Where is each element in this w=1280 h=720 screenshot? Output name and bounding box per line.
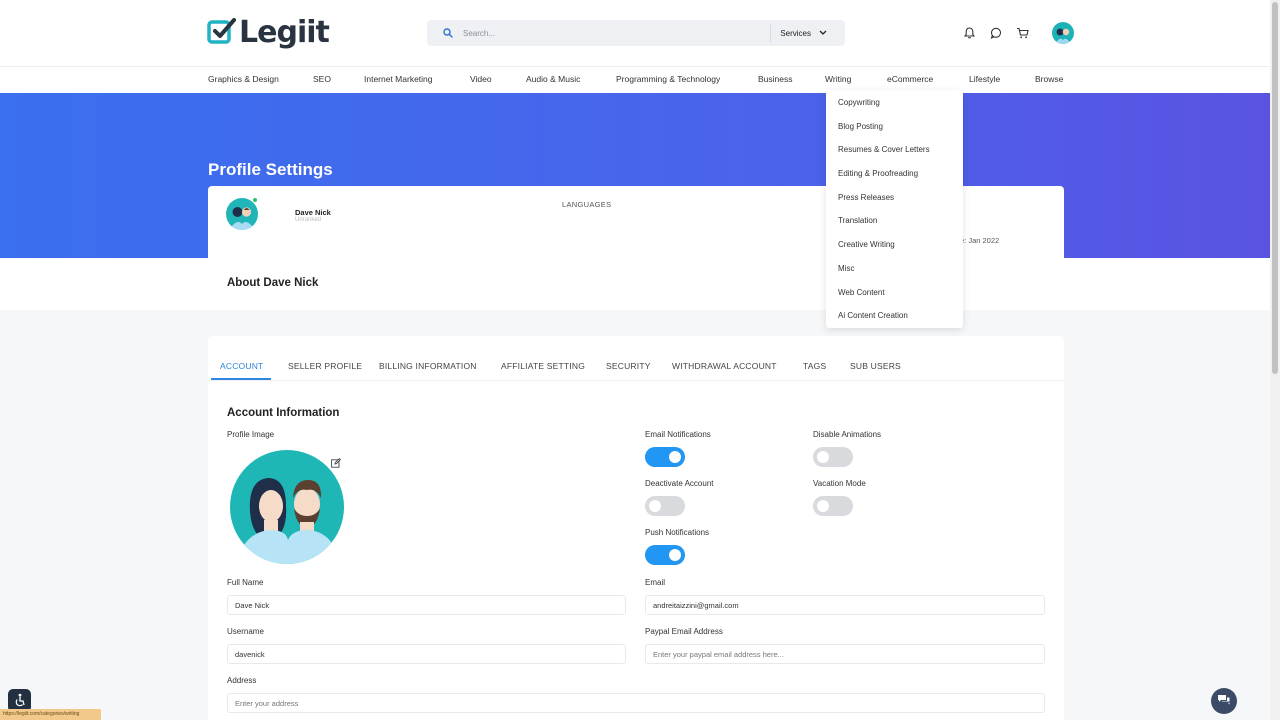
tab-account[interactable]: ACCOUNT: [220, 361, 263, 371]
user-avatar[interactable]: [1052, 22, 1074, 44]
profile-image-label: Profile Image: [227, 430, 275, 439]
category-nav: Graphics & Design SEO Internet Marketing…: [0, 66, 1270, 93]
toggle-knob: [817, 500, 829, 512]
languages-label: LANGUAGES: [562, 200, 612, 209]
services-dropdown[interactable]: Services: [770, 24, 845, 42]
email-notifications-toggle[interactable]: [645, 447, 685, 467]
full-name-label: Full Name: [227, 578, 264, 587]
settings-tabs: ACCOUNT SELLER PROFILE BILLING INFORMATI…: [208, 336, 1064, 381]
site-header: Legiit Services: [0, 0, 1270, 66]
services-label: Services: [780, 28, 811, 38]
disable-animations-toggle[interactable]: [813, 447, 853, 467]
online-status-dot: [252, 197, 258, 203]
logo-check-icon: [207, 17, 237, 47]
cart-icon[interactable]: [1015, 26, 1029, 40]
deactivate-account-label: Deactivate Account: [645, 479, 714, 488]
dropdown-item-translation[interactable]: Translation: [838, 216, 877, 225]
username-field-wrap: [227, 644, 626, 664]
edit-icon[interactable]: [331, 457, 342, 468]
address-label: Address: [227, 676, 257, 685]
search-bar: Services: [427, 20, 845, 46]
dropdown-item-press-releases[interactable]: Press Releases: [838, 193, 894, 202]
email-field-wrap: [645, 595, 1045, 615]
section-title: Account Information: [227, 407, 340, 419]
toggle-knob: [649, 500, 661, 512]
writing-dropdown-menu: Copywriting Blog Posting Resumes & Cover…: [826, 90, 963, 328]
username-field[interactable]: [228, 645, 625, 663]
dropdown-item-web-content[interactable]: Web Content: [838, 288, 885, 297]
tab-affiliate-setting[interactable]: AFFILIATE SETTING: [501, 361, 585, 371]
nav-item-audio-music[interactable]: Audio & Music: [526, 74, 580, 84]
dropdown-item-misc[interactable]: Misc: [838, 264, 854, 273]
address-field[interactable]: [228, 694, 1044, 712]
push-notifications-label: Push Notifications: [645, 528, 710, 537]
disable-animations-label: Disable Animations: [813, 430, 882, 439]
page-title: Profile Settings: [208, 160, 333, 179]
active-tab-indicator: [211, 378, 271, 380]
dropdown-item-ai-content-creation[interactable]: Ai Content Creation: [838, 311, 908, 320]
scroll-thumb[interactable]: [1272, 2, 1278, 374]
logo[interactable]: Legiit: [207, 14, 330, 50]
search-input[interactable]: [463, 23, 771, 43]
about-band: [0, 258, 1270, 310]
paypal-field-wrap: [645, 644, 1045, 664]
nav-item-lifestyle[interactable]: Lifestyle: [969, 74, 1000, 84]
profile-rank: Unranked: [295, 217, 322, 223]
address-field-wrap: [227, 693, 1045, 713]
vacation-mode-label: Vacation Mode: [813, 479, 866, 488]
chat-widget-button[interactable]: [1211, 688, 1237, 714]
full-name-field[interactable]: [228, 596, 625, 614]
nav-item-ecommerce[interactable]: eCommerce: [887, 74, 933, 84]
dropdown-item-blog-posting[interactable]: Blog Posting: [838, 122, 883, 131]
nav-item-programming-technology[interactable]: Programming & Technology: [616, 74, 720, 84]
push-notifications-toggle[interactable]: [645, 545, 685, 565]
tab-sub-users[interactable]: SUB USERS: [850, 361, 901, 371]
deactivate-account-toggle[interactable]: [645, 496, 685, 516]
dropdown-item-resumes-cover-letters[interactable]: Resumes & Cover Letters: [838, 145, 930, 154]
dropdown-item-editing-proofreading[interactable]: Editing & Proofreading: [838, 169, 918, 178]
nav-item-video[interactable]: Video: [470, 74, 492, 84]
toggle-knob: [817, 451, 829, 463]
chat-bubble-icon[interactable]: [989, 26, 1003, 40]
tab-withdrawal-account[interactable]: WITHDRAWAL ACCOUNT: [672, 361, 777, 371]
nav-item-internet-marketing[interactable]: Internet Marketing: [364, 74, 433, 84]
profile-name: Dave Nick: [295, 208, 331, 217]
toggle-knob: [669, 549, 681, 561]
status-bar-url: https://legiit.com/categories/writing: [0, 709, 101, 720]
chat-icon: [1217, 694, 1231, 708]
nav-item-seo[interactable]: SEO: [313, 74, 331, 84]
logo-text: Legiit: [239, 14, 330, 50]
email-field[interactable]: [646, 596, 1044, 614]
paypal-label: Paypal Email Address: [645, 627, 723, 636]
page-scrollbar[interactable]: [1270, 0, 1280, 720]
profile-image[interactable]: [230, 450, 344, 564]
tab-billing-information[interactable]: BILLING INFORMATION: [379, 361, 477, 371]
search-icon: [443, 28, 463, 38]
paypal-email-field[interactable]: [646, 645, 1044, 663]
tab-security[interactable]: SECURITY: [606, 361, 651, 371]
about-title: About Dave Nick: [227, 277, 319, 289]
nav-item-browse[interactable]: Browse: [1035, 74, 1063, 84]
nav-item-writing[interactable]: Writing: [825, 74, 851, 84]
chevron-down-icon: [819, 29, 827, 38]
full-name-field-wrap: [227, 595, 626, 615]
dropdown-item-copywriting[interactable]: Copywriting: [838, 98, 880, 107]
email-notifications-label: Email Notifications: [645, 430, 711, 439]
accessibility-icon: [13, 693, 27, 709]
vacation-mode-toggle[interactable]: [813, 496, 853, 516]
member-since: e: Jan 2022: [960, 236, 1000, 245]
tab-seller-profile[interactable]: SELLER PROFILE: [288, 361, 362, 371]
tab-tags[interactable]: TAGS: [803, 361, 826, 371]
username-label: Username: [227, 627, 264, 636]
email-label: Email: [645, 578, 666, 587]
dropdown-item-creative-writing[interactable]: Creative Writing: [838, 240, 895, 249]
nav-item-business[interactable]: Business: [758, 74, 793, 84]
bell-icon[interactable]: [962, 26, 976, 40]
toggle-knob: [669, 451, 681, 463]
nav-item-graphics-design[interactable]: Graphics & Design: [208, 74, 279, 84]
